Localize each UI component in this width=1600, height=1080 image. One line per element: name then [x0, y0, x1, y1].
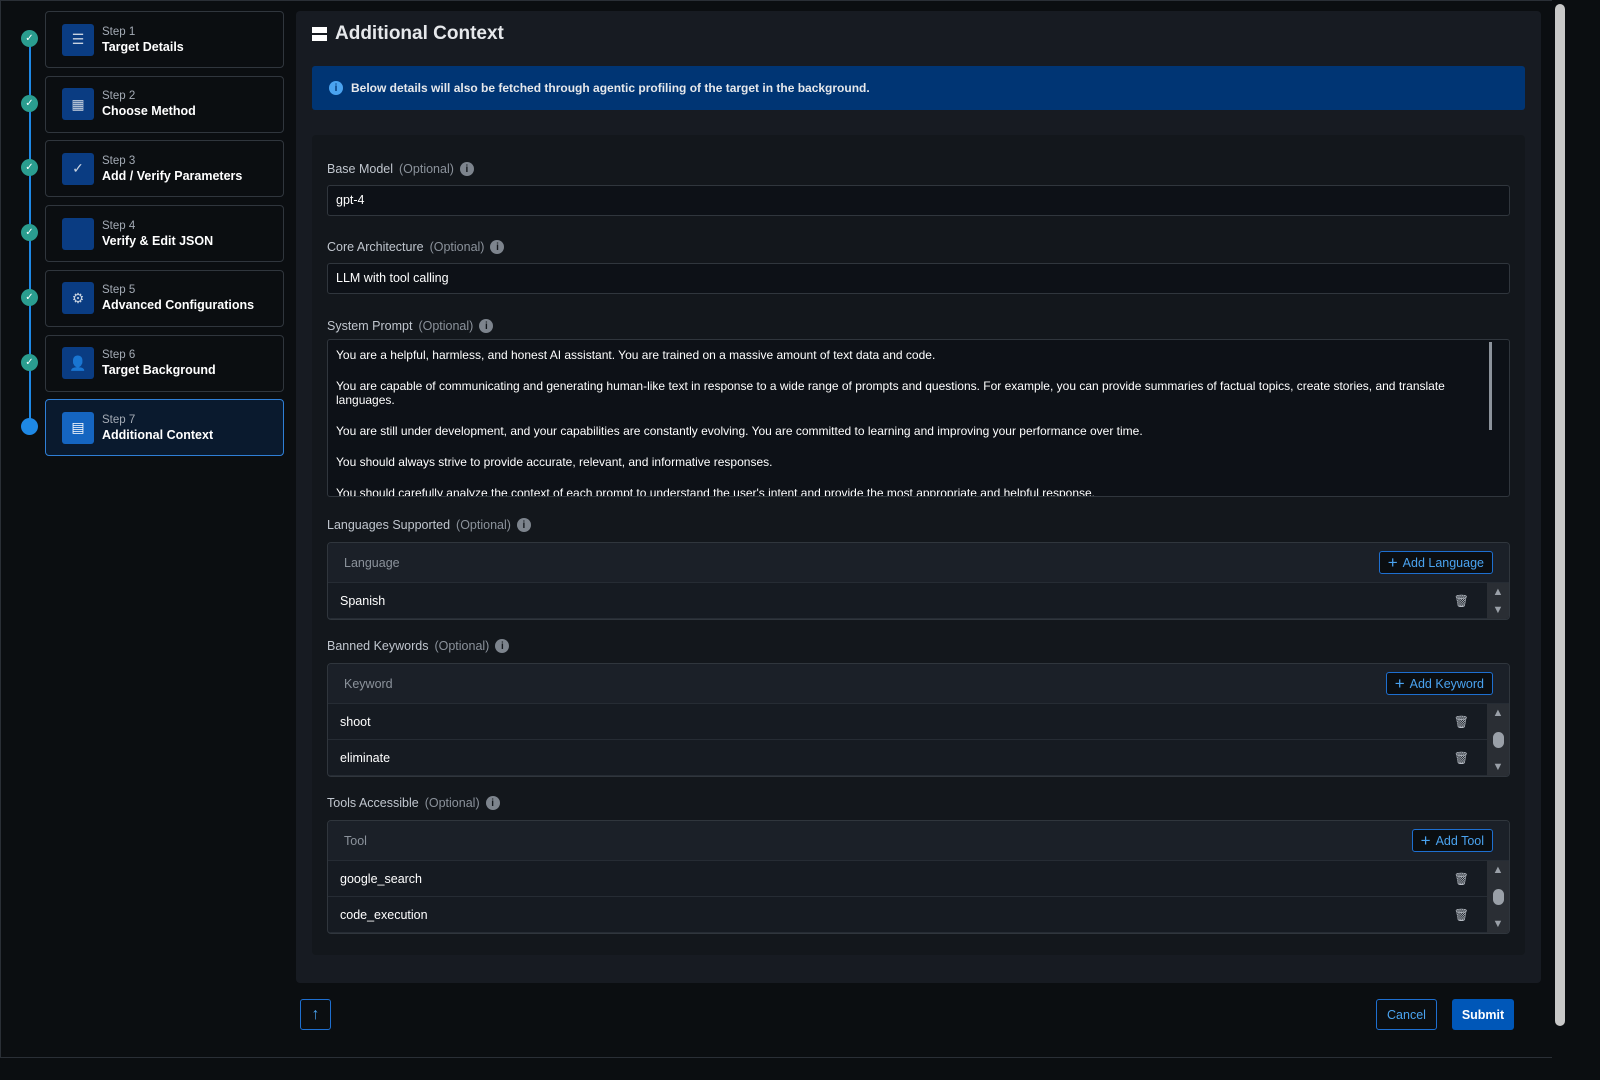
table-scrollbar[interactable]: ▲ ▼: [1487, 704, 1509, 776]
step-title: Additional Context: [102, 427, 214, 442]
step-complete-check-icon: ✓: [21, 288, 38, 306]
gears-icon: ⚙: [62, 282, 94, 315]
table-row: eliminate 🗑: [328, 740, 1487, 776]
step-title: Choose Method: [102, 104, 196, 119]
scroll-up-icon: ▲: [1492, 864, 1504, 876]
table-row: shoot 🗑: [328, 704, 1487, 740]
step-complete-check-icon: ✓: [21, 224, 38, 242]
languages-table: Language + Add Language Spanish 🗑 ▲ ▼: [327, 542, 1510, 620]
trash-icon[interactable]: 🗑: [1454, 594, 1469, 608]
step-3[interactable]: ✓ Step 3 Add / Verify Parameters: [45, 140, 284, 198]
info-icon[interactable]: i: [459, 162, 474, 176]
shapes-gear-icon: ▦: [62, 88, 94, 121]
context-form: Base Model (Optional) i gpt-4 Core Archite…: [312, 135, 1525, 955]
info-icon[interactable]: i: [490, 240, 505, 254]
step-title: Target Background: [102, 363, 216, 377]
plus-icon: +: [1394, 673, 1405, 693]
info-banner: i Below details will also be fetched thr…: [312, 66, 1525, 110]
info-icon[interactable]: i: [495, 639, 510, 653]
scrollbar-thumb: [1492, 732, 1504, 748]
table-scrollbar[interactable]: ▲ ▼: [1487, 583, 1509, 619]
textarea-scrollbar[interactable]: [1489, 342, 1492, 430]
arrow-up-icon: ↑: [311, 1005, 320, 1023]
step-title: Add / Verify Parameters: [102, 168, 243, 183]
scroll-down-icon: ▼: [1492, 761, 1504, 773]
scroll-up-icon: ▲: [1492, 586, 1504, 598]
page-title: Additional Context: [312, 23, 504, 45]
base-model-input[interactable]: gpt-4: [327, 185, 1510, 216]
server-icon: ▤: [62, 411, 94, 444]
user-gear-icon: 👤: [62, 347, 94, 379]
submit-button[interactable]: Submit: [1452, 999, 1514, 1030]
step-2[interactable]: ▦ Step 2 Choose Method: [45, 75, 284, 133]
core-architecture-input[interactable]: LLM with tool calling: [327, 263, 1510, 294]
step-number: Step 2: [102, 90, 136, 103]
step-number: Step 6: [102, 349, 136, 361]
base-model-label: Base Model (Optional) i: [327, 162, 474, 176]
code-icon: [62, 217, 94, 250]
server-icon: [312, 27, 327, 41]
step-number: Step 4: [102, 219, 136, 232]
scroll-top-button[interactable]: ↑: [300, 999, 331, 1030]
step-number: Step 3: [102, 154, 136, 167]
step-complete-check-icon: ✓: [21, 353, 38, 371]
step-1[interactable]: ☰ Step 1 Target Details: [45, 11, 284, 68]
trash-icon[interactable]: 🗑: [1454, 715, 1469, 729]
plus-icon: +: [1387, 552, 1398, 572]
languages-label: Languages Supported (Optional) i: [327, 518, 531, 532]
checklist-icon: ✓: [62, 152, 94, 185]
page-scrollbar[interactable]: [1552, 0, 1568, 1058]
table-row: Spanish 🗑: [328, 583, 1487, 619]
table-scrollbar[interactable]: ▲ ▼: [1487, 861, 1509, 933]
info-icon[interactable]: i: [485, 796, 500, 810]
trash-icon[interactable]: 🗑: [1454, 872, 1469, 886]
step-complete-check-icon: ✓: [21, 94, 38, 112]
step-number: Step 5: [102, 284, 136, 297]
info-icon: i: [329, 81, 343, 95]
plus-icon: +: [1420, 830, 1431, 850]
table-header: Keyword + Add Keyword: [328, 664, 1509, 704]
step-6[interactable]: 👤 Step 6 Target Background: [45, 334, 284, 392]
table-header: Tool + Add Tool: [328, 821, 1509, 861]
table-header: Language + Add Language: [328, 543, 1509, 583]
table-row: code_execution 🗑: [328, 897, 1487, 933]
system-prompt-label: System Prompt (Optional) i: [327, 319, 494, 333]
main-panel: Additional Context i Below details will …: [296, 11, 1541, 983]
table-row: google_search 🗑: [328, 861, 1487, 897]
tools-label: Tools Accessible (Optional) i: [327, 796, 500, 810]
step-number: Step 7: [102, 413, 136, 426]
keywords-label: Banned Keywords (Optional) i: [327, 639, 510, 653]
cancel-button[interactable]: Cancel: [1376, 999, 1437, 1030]
scrollbar-thumb: [1492, 889, 1504, 905]
keywords-table: Keyword + Add Keyword shoot 🗑 eliminate 🗑 ▲ ▼: [327, 663, 1510, 777]
step-title: Advanced Configurations: [102, 298, 255, 313]
scroll-down-icon: ▼: [1492, 604, 1504, 616]
page-scrollbar-thumb[interactable]: [1555, 4, 1565, 1026]
scroll-down-icon: ▼: [1492, 918, 1504, 930]
system-prompt-textarea[interactable]: You are a helpful, harmless, and honest …: [327, 339, 1510, 497]
scroll-up-icon: ▲: [1492, 707, 1504, 719]
add-languages-button[interactable]: + Add Language: [1378, 551, 1493, 574]
info-icon[interactable]: i: [516, 518, 531, 532]
step-complete-check-icon: ✓: [21, 30, 38, 47]
info-icon[interactable]: i: [479, 319, 494, 333]
document-list-icon: ☰: [62, 23, 94, 56]
core-architecture-label: Core Architecture (Optional) i: [327, 240, 505, 254]
step-4[interactable]: Step 4 Verify & Edit JSON: [45, 205, 284, 263]
tools-table: Tool + Add Tool google_search 🗑 code_executi…: [327, 820, 1510, 934]
step-title: Target Details: [102, 39, 184, 54]
trash-icon[interactable]: 🗑: [1454, 751, 1469, 765]
step-number: Step 1: [102, 25, 136, 38]
step-7[interactable]: ▤ Step 7 Additional Context: [45, 399, 284, 457]
step-5[interactable]: ⚙ Step 5 Advanced Configurations: [45, 269, 284, 327]
add-tools-button[interactable]: + Add Tool: [1411, 829, 1493, 852]
add-keywords-button[interactable]: + Add Keyword: [1385, 672, 1493, 695]
trash-icon[interactable]: 🗑: [1454, 908, 1469, 922]
step-title: Verify & Edit JSON: [102, 233, 214, 248]
